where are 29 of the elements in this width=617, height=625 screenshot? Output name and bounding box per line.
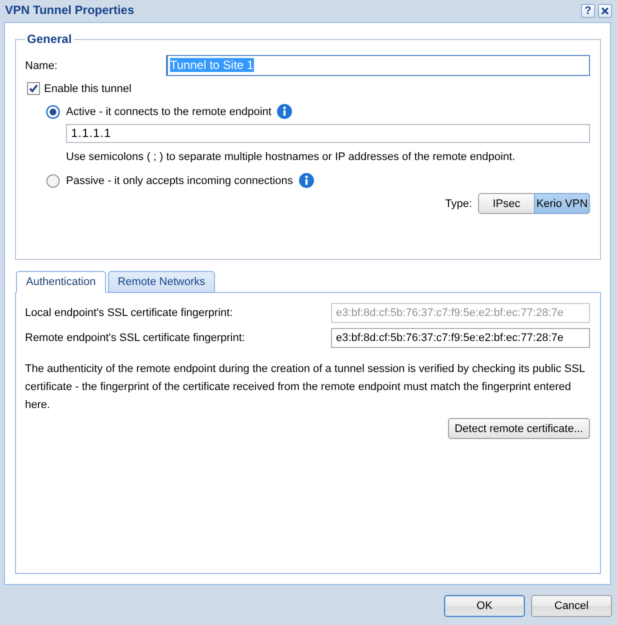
window-title: VPN Tunnel Properties (5, 2, 136, 18)
help-button[interactable]: ? (581, 4, 595, 18)
close-icon (601, 7, 609, 15)
checkbox-label: Enable this tunnel (44, 82, 132, 94)
hint-text: Use semicolons ( ; ) to separate multiple hostnames or IP addresses of the remote endpoint. (66, 151, 516, 163)
name-label: Name: (25, 60, 58, 72)
tab[interactable]: Authentication (16, 271, 106, 293)
checkbox[interactable] (27, 82, 40, 95)
info-icon (277, 104, 292, 119)
type-toggle-button[interactable]: IPsec (478, 193, 534, 214)
radio-button[interactable] (46, 174, 60, 188)
radio-button[interactable] (46, 104, 60, 118)
fingerprint-label: Remote endpoint's SSL certificate fingerprint: (25, 332, 246, 344)
type-toggle-button[interactable]: Kerio VPN (534, 193, 590, 214)
group-title: General (26, 32, 73, 46)
description-text: The authenticity of the remote endpoint during the creation of a tunnel session is verified by checking its public SSL certificate - the fingerprint of the certificate received from the remote endpoint must match the fingerprint entered here. (25, 362, 586, 413)
dialog-button[interactable]: Cancel (531, 595, 612, 617)
detect-certificate-button[interactable]: Detect remote certificate... (448, 418, 590, 439)
dialog-button[interactable]: OK (444, 595, 525, 617)
fingerprint-label: Local endpoint's SSL certificate fingerprint: (25, 307, 234, 319)
fingerprint-field: e3:bf:8d:cf:5b:76:37:c7:f9:5e:e2:bf:ec:77:28:7e (331, 303, 590, 323)
info-icon (298, 173, 314, 188)
tab[interactable]: Remote Networks (108, 271, 216, 293)
radio-label: Passive - it only accepts incoming connections (66, 174, 293, 186)
type-label: Type: (445, 198, 472, 210)
radio-label: Active - it connects to the remote endpoint (66, 106, 272, 118)
address-field[interactable]: 1.1.1.1 (66, 124, 590, 143)
close-button[interactable] (598, 4, 612, 18)
fingerprint-field[interactable]: e3:bf:8d:cf:5b:76:37:c7:f9:5e:e2:bf:ec:77:28:7e (331, 328, 590, 348)
